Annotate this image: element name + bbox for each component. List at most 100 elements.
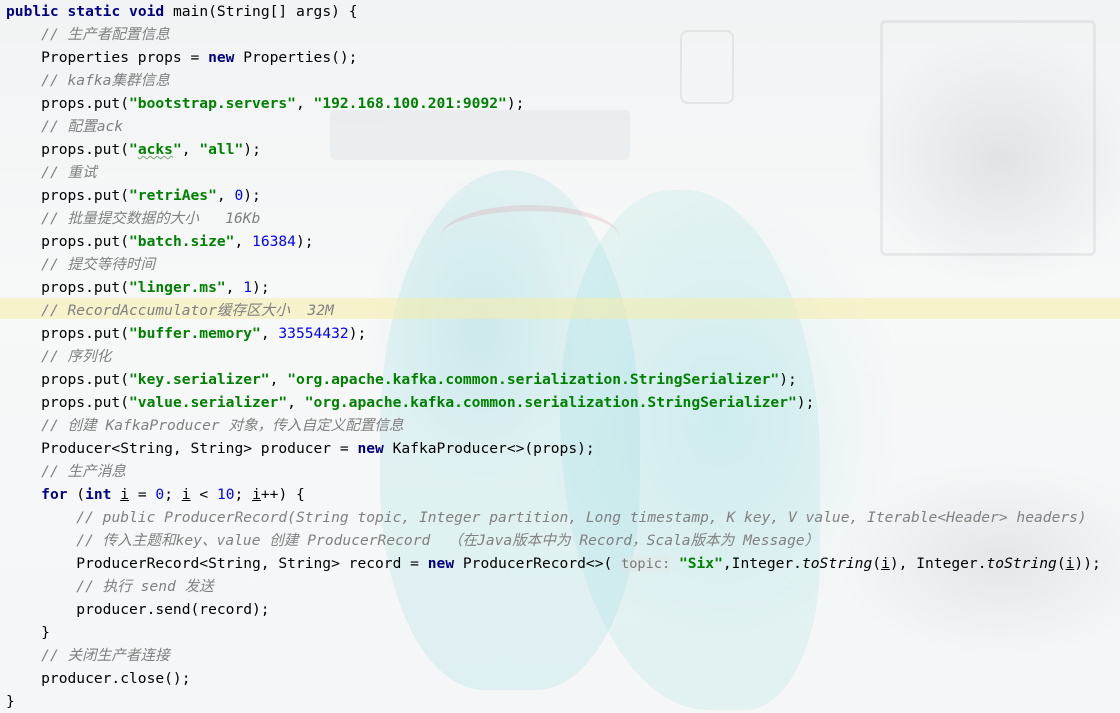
code-token: ); [243, 141, 261, 158]
code-token: ); [779, 371, 797, 388]
code-token: " [172, 141, 182, 158]
code-token: // 重试 [41, 164, 97, 181]
code-token: 1 [243, 279, 253, 296]
code-token: , [216, 187, 235, 204]
code-token: = [129, 486, 156, 503]
code-line[interactable]: // 传入主题和key、value 创建 ProducerRecord （在Ja… [6, 529, 1101, 552]
code-line[interactable]: props.put("key.serializer", "org.apache.… [6, 368, 1101, 391]
code-token: acks [137, 141, 173, 158]
code-token: "buffer.memory" [129, 325, 261, 342]
code-line[interactable]: props.put("acks", "all"); [6, 138, 1101, 161]
code-token: ProducerRecord<>( [454, 555, 622, 572]
code-line[interactable]: // 执行 send 发送 [6, 575, 1101, 598]
code-token: for [41, 486, 68, 503]
code-token: props.put( [6, 141, 130, 158]
code-token: // 配置ack [41, 118, 124, 135]
code-token: new [357, 440, 384, 457]
code-token: ); [506, 95, 525, 112]
code-line[interactable]: // kafka集群信息 [6, 69, 1101, 92]
code-token: // 执行 send 发送 [76, 578, 214, 595]
code-line[interactable]: props.put("value.serializer", "org.apach… [6, 391, 1101, 414]
code-token: Properties(); [234, 49, 358, 66]
code-line[interactable]: } [6, 690, 1101, 713]
code-token: props.put( [6, 187, 130, 204]
code-token: int [85, 486, 112, 503]
code-token: "Six" [678, 555, 723, 572]
code-line[interactable]: // 重试 [6, 161, 1101, 184]
code-line[interactable]: // 生产消息 [6, 460, 1101, 483]
code-token: "value.serializer" [129, 394, 288, 411]
code-line[interactable]: // 关闭生产者连接 [6, 644, 1101, 667]
code-token: i [252, 486, 261, 503]
code-token: , [181, 141, 200, 158]
code-line[interactable]: } [6, 621, 1101, 644]
code-editor[interactable]: public static void main(String[] args) {… [0, 0, 1120, 713]
code-line[interactable]: props.put("linger.ms", 1); [6, 276, 1101, 299]
code-token: ; [164, 486, 182, 503]
code-token: 33554432 [278, 325, 349, 342]
code-line[interactable]: producer.send(record); [6, 598, 1101, 621]
code-token: , [260, 325, 279, 342]
code-area[interactable]: public static void main(String[] args) {… [6, 0, 1101, 713]
code-line[interactable]: props.put("bootstrap.servers", "192.168.… [6, 92, 1101, 115]
code-line[interactable]: Properties props = new Properties(); [6, 46, 1101, 69]
code-token: // kafka集群信息 [41, 72, 170, 89]
code-token: " [129, 141, 138, 158]
code-token: , [295, 95, 314, 112]
code-line[interactable]: // RecordAccumulator缓存区大小 32M [6, 299, 1101, 322]
code-line[interactable]: // 生产者配置信息 [6, 23, 1101, 46]
code-line[interactable]: for (int i = 0; i < 10; i++) { [6, 483, 1101, 506]
code-token: props.put( [6, 95, 130, 112]
code-token: "192.168.100.201:9092" [313, 95, 507, 112]
code-token: i [120, 486, 130, 503]
code-token: props.put( [6, 371, 130, 388]
code-token: props.put( [6, 233, 130, 250]
code-line[interactable]: ProducerRecord<String, String> record = … [6, 552, 1101, 575]
code-token: KafkaProducer<>(props); [383, 440, 595, 457]
code-line[interactable]: props.put("retriAes", 0); [6, 184, 1101, 207]
code-token: )); [1074, 555, 1101, 572]
code-token: // 提交等待时间 [41, 256, 156, 273]
code-token: , [225, 279, 244, 296]
code-line[interactable]: // public ProducerRecord(String topic, I… [6, 506, 1101, 529]
code-token: "all" [199, 141, 244, 158]
code-line[interactable]: // 配置ack [6, 115, 1101, 138]
code-token: Properties props = [6, 49, 209, 66]
code-line[interactable]: producer.close(); [6, 667, 1101, 690]
code-token: toString [986, 555, 1057, 572]
code-line[interactable]: Producer<String, String> producer = new … [6, 437, 1101, 460]
code-token: "org.apache.kafka.common.serialization.S… [304, 394, 797, 411]
code-line[interactable]: props.put("buffer.memory", 33554432); [6, 322, 1101, 345]
code-token: public [6, 3, 59, 20]
code-token: ,Integer. [722, 555, 802, 572]
code-line[interactable]: props.put("batch.size", 16384); [6, 230, 1101, 253]
code-token: ( [1056, 555, 1066, 572]
code-line[interactable]: // 批量提交数据的大小 16Kb [6, 207, 1101, 230]
code-line[interactable]: // 创建 KafkaProducer 对象，传入自定义配置信息 [6, 414, 1101, 437]
code-token: ProducerRecord<String, String> record = [6, 555, 428, 572]
code-token: // 传入主题和key、value 创建 ProducerRecord （在Ja… [76, 532, 820, 549]
code-line[interactable]: // 提交等待时间 [6, 253, 1101, 276]
code-token: , [234, 233, 253, 250]
code-token: props.put( [6, 394, 130, 411]
code-token: new [427, 555, 455, 572]
code-line[interactable]: public static void main(String[] args) { [6, 0, 1101, 23]
code-token: i [181, 486, 191, 503]
code-token: < [190, 486, 217, 503]
code-token: } [6, 693, 15, 710]
code-line[interactable]: // 序列化 [6, 345, 1101, 368]
code-token: ); [796, 394, 815, 411]
code-token: ); [252, 279, 270, 296]
code-token: ( [67, 486, 86, 503]
